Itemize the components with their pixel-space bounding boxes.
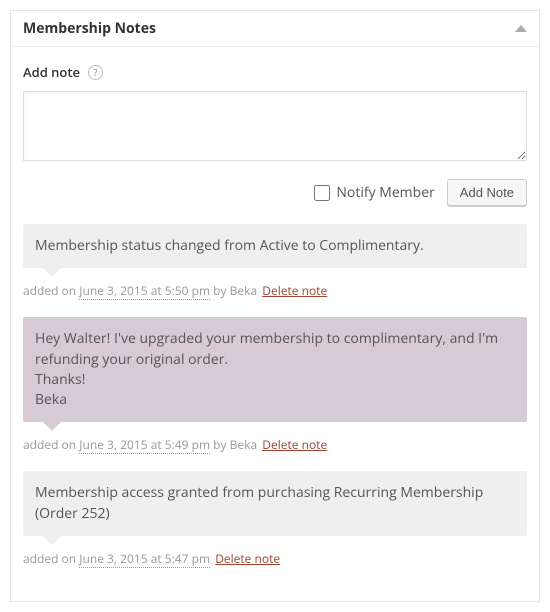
note-timestamp: June 3, 2015 at 5:49 pm bbox=[79, 436, 210, 454]
delete-note-link[interactable]: Delete note bbox=[262, 282, 327, 299]
notify-member-label: Notify Member bbox=[336, 183, 434, 202]
panel-body: Add note ? Notify Member Add Note Member… bbox=[11, 47, 539, 601]
note-timestamp: June 3, 2015 at 5:50 pm bbox=[79, 282, 210, 300]
note-author: Beka bbox=[230, 282, 257, 299]
help-icon[interactable]: ? bbox=[88, 65, 103, 80]
note-textarea[interactable] bbox=[23, 91, 527, 161]
add-note-label-row: Add note ? bbox=[23, 63, 527, 81]
panel-title: Membership Notes bbox=[23, 19, 156, 38]
delete-note-link[interactable]: Delete note bbox=[215, 550, 280, 567]
note-item: Hey Walter! I've upgraded your membershi… bbox=[23, 317, 527, 471]
note-by-prefix: by bbox=[210, 282, 230, 299]
notes-list: Membership status changed from Active to… bbox=[23, 224, 527, 585]
note-meta: added on June 3, 2015 at 5:50 pm by Beka… bbox=[23, 282, 527, 299]
note-added-on-prefix: added on bbox=[23, 282, 79, 299]
note-by-prefix: by bbox=[210, 436, 230, 453]
note-added-on-prefix: added on bbox=[23, 436, 79, 453]
panel-header: Membership Notes bbox=[11, 11, 539, 47]
add-note-label: Add note bbox=[23, 63, 80, 81]
note-bubble: Membership status changed from Active to… bbox=[23, 224, 527, 268]
note-body: Membership access granted from purchasin… bbox=[35, 483, 515, 524]
add-note-button[interactable]: Add Note bbox=[447, 179, 527, 206]
membership-notes-panel: Membership Notes Add note ? Notify Membe… bbox=[10, 10, 540, 602]
note-timestamp: June 3, 2015 at 5:47 pm bbox=[79, 550, 210, 568]
add-note-actions: Notify Member Add Note bbox=[23, 179, 527, 206]
collapse-toggle-icon[interactable] bbox=[515, 25, 527, 32]
note-meta: added on June 3, 2015 at 5:47 pm Delete … bbox=[23, 550, 527, 567]
note-added-on-prefix: added on bbox=[23, 550, 79, 567]
delete-note-link[interactable]: Delete note bbox=[262, 436, 327, 453]
note-meta: added on June 3, 2015 at 5:49 pm by Beka… bbox=[23, 436, 527, 453]
note-body: Hey Walter! I've upgraded your membershi… bbox=[35, 329, 515, 410]
notify-member-checkbox[interactable] bbox=[314, 185, 330, 201]
note-item: Membership status changed from Active to… bbox=[23, 224, 527, 317]
note-body: Membership status changed from Active to… bbox=[35, 236, 515, 256]
note-bubble: Hey Walter! I've upgraded your membershi… bbox=[23, 317, 527, 422]
notify-member-wrap[interactable]: Notify Member bbox=[314, 183, 434, 202]
note-bubble: Membership access granted from purchasin… bbox=[23, 471, 527, 536]
note-author: Beka bbox=[230, 436, 257, 453]
note-item: Membership access granted from purchasin… bbox=[23, 471, 527, 585]
